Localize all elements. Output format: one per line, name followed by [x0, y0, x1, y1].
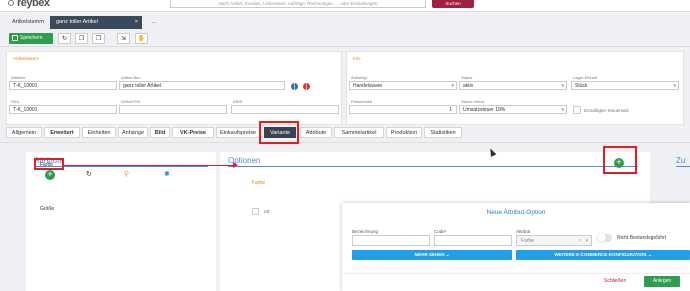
- refresh-icon[interactable]: ↻: [86, 170, 92, 178]
- tab-artikelstamm[interactable]: Artikelstamm: [6, 16, 50, 29]
- attribut-select[interactable]: Farbe × ▾: [516, 235, 592, 246]
- code-label: Code*: [434, 229, 447, 234]
- toggle-label: Nicht Bestandsgeführt: [617, 235, 667, 241]
- status-select[interactable]: aktiv: [459, 81, 567, 90]
- artikeltyp-label: Artikeltyp: [351, 75, 368, 80]
- logo-mark-icon: [8, 0, 14, 6]
- logo: reybex: [8, 0, 50, 9]
- zu-underline: [676, 166, 690, 167]
- panel-title: Info: [353, 56, 361, 61]
- tab-sammelartikel[interactable]: Sammelartikel: [334, 127, 384, 138]
- search-button[interactable]: Suchen: [432, 0, 474, 8]
- modal-footer-divider: [342, 273, 690, 274]
- tab-more[interactable]: ...: [146, 16, 160, 29]
- tab-einheiten[interactable]: Einheiten: [82, 127, 116, 138]
- red-arrow-line: [64, 165, 234, 166]
- code-input[interactable]: [434, 235, 512, 246]
- global-search-input[interactable]: Nach Artikel, Kunden, Lieferanten, Auftr…: [170, 0, 426, 8]
- tab-einkaufspreise[interactable]: Einkaufspreise: [216, 127, 260, 138]
- artikelnr-field[interactable]: T-K_10001: [9, 81, 117, 90]
- sku-field[interactable]: T-K_10001: [9, 105, 117, 114]
- preiseinheit-label: Preiseinheit: [351, 99, 372, 104]
- highlight-add-option: [603, 146, 637, 174]
- mehr-sehen-button[interactable]: MEHR SEHEN ⌄: [352, 250, 512, 260]
- highlight-farbe: [34, 158, 64, 170]
- tab-current-article[interactable]: ganz toller Artikel ×: [50, 16, 142, 29]
- panel-title: Artikelstamm: [13, 56, 40, 61]
- lagereinheit-select[interactable]: Stück: [571, 81, 679, 90]
- info-panel: Info Artikeltyp Handelsware Status aktiv…: [346, 51, 684, 125]
- chevron-down-icon: ▾: [585, 238, 588, 244]
- toolbar: Speichern ↻ ❐ ❐ ⇲ ✋: [0, 31, 690, 47]
- save-button[interactable]: Speichern: [9, 33, 53, 44]
- steuer-label: Steuer Intern: [461, 99, 485, 104]
- add-attribute-button[interactable]: +: [45, 170, 55, 180]
- document-tabs: Artikelstamm ganz toller Artikel × ...: [0, 13, 690, 29]
- attribut-value: Farbe: [521, 238, 535, 244]
- status-label: Status: [461, 75, 473, 80]
- preiseinheit-field[interactable]: 1: [349, 105, 457, 114]
- tab-bild[interactable]: Bild: [150, 127, 170, 138]
- attribut-label: Attribut: [516, 229, 531, 234]
- close-button[interactable]: Schließen: [604, 278, 626, 284]
- clear-icon[interactable]: ×: [578, 236, 581, 246]
- bezeichnung-label: Bezeichnung: [352, 229, 379, 234]
- section-tabs: Allgemein Erweitert Einheiten Anhänge Bi…: [0, 124, 690, 143]
- gtin-label: GAN/GTIN: [121, 99, 141, 104]
- asin-field[interactable]: [231, 105, 339, 114]
- artikelbez-field[interactable]: ganz toller Artikel: [119, 81, 285, 90]
- top-bar: reybex Nach Artikel, Kunden, Lieferanten…: [0, 0, 690, 12]
- close-icon[interactable]: ×: [135, 16, 138, 29]
- nicht-bestandsgefuehrt-toggle[interactable]: [597, 233, 612, 242]
- bezeichnung-input[interactable]: [352, 235, 430, 246]
- create-button[interactable]: Anlegen: [644, 276, 680, 287]
- export-icon[interactable]: ⇲: [117, 33, 130, 44]
- tab-allgemein[interactable]: Allgemein: [6, 127, 42, 138]
- refresh-icon[interactable]: ↻: [58, 33, 71, 44]
- ermaessigt-label: Ermäßigter Steuersatz: [584, 108, 630, 113]
- duplicate-icon[interactable]: ❐: [92, 33, 105, 44]
- chevron-down-icon: ⌄: [445, 252, 450, 257]
- zu-title: Zu: [676, 156, 686, 165]
- tab-anhaenge[interactable]: Anhänge: [118, 127, 148, 138]
- flag-icon[interactable]: [303, 83, 310, 90]
- red-arrow-head: [233, 162, 238, 168]
- settings-icon[interactable]: ✱: [164, 170, 170, 178]
- lagereinheit-label: Lager-Einheit: [573, 75, 597, 80]
- chevron-down-icon: ⌄: [647, 252, 652, 257]
- artikelbez-label: Artikel-Bez.: [121, 75, 142, 80]
- artikelstamm-panel: Artikelstamm Artikelnr T-K_10001 Artikel…: [6, 51, 342, 125]
- weitere-ecommerce-button[interactable]: WEITERE E-COMMERCE-KONFIGURATION ⌄: [516, 250, 690, 260]
- tab-vk-preise[interactable]: VK-Preise: [172, 127, 214, 138]
- tab-attribute[interactable]: Attribute: [300, 127, 332, 138]
- tab-statistiken[interactable]: Statistiken: [424, 127, 462, 138]
- copy-icon[interactable]: ❐: [75, 33, 88, 44]
- highlight-variante: [259, 121, 299, 144]
- floppy-icon: [12, 35, 18, 41]
- sku-label: SKU: [11, 99, 20, 104]
- gtin-field[interactable]: [119, 105, 227, 114]
- optionen-subtitle: Farbe: [252, 180, 266, 186]
- attribute-item-groesse[interactable]: Größe: [40, 206, 54, 212]
- tab-produktion[interactable]: Produktion: [386, 127, 422, 138]
- search-icon[interactable]: ⚲: [124, 170, 129, 178]
- optionen-underline: [228, 166, 638, 167]
- steuer-select[interactable]: Umsatzsteuer 19%: [459, 105, 567, 114]
- option-item-rot[interactable]: rot: [264, 209, 269, 214]
- asin-label: ASIN: [233, 99, 243, 104]
- tab-erweitert[interactable]: Erweitert: [44, 127, 80, 138]
- artikelnr-label: Artikelnr: [11, 75, 26, 80]
- new-attribute-option-modal: Neue Attribut-Option Bezeichnung Code* A…: [342, 203, 690, 291]
- modal-title: Neue Attribut-Option: [486, 209, 546, 216]
- ermaessigt-checkbox[interactable]: [573, 106, 581, 114]
- artikeltyp-select[interactable]: Handelsware: [349, 81, 457, 90]
- hand-icon[interactable]: ✋: [135, 33, 148, 44]
- tab-label: ganz toller Artikel: [56, 19, 98, 25]
- globe-icon[interactable]: [291, 83, 298, 90]
- option-checkbox[interactable]: [252, 208, 259, 215]
- attribute-column: Attribute + ↻ ⚲ ✱ Farbe Größe: [26, 152, 216, 291]
